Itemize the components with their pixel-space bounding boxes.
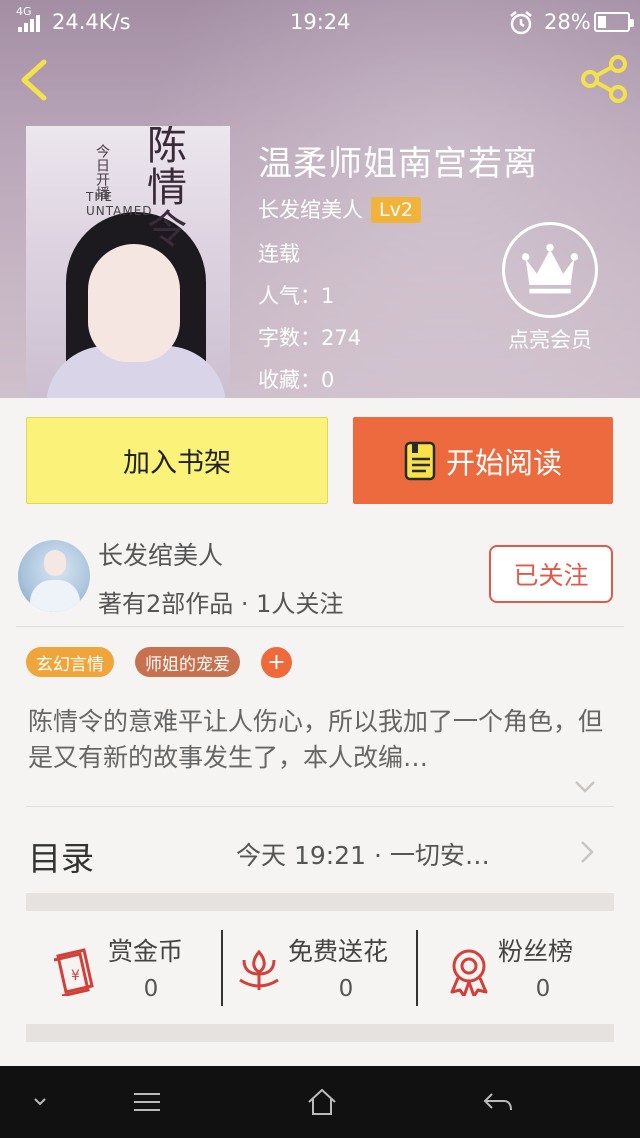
book-cover[interactable]: 陈情令 今日开播 THE UNTAMED	[26, 126, 230, 398]
divider	[221, 930, 223, 1006]
book-author[interactable]: 长发绾美人	[258, 198, 363, 222]
send-flower-button[interactable]: 免费送花 0	[234, 928, 414, 1008]
chevron-right-icon[interactable]	[580, 840, 594, 864]
tag-keyword[interactable]: 师姐的宠爱	[135, 647, 240, 677]
reward-coins-button[interactable]: ¥ 赏金币 0	[50, 928, 220, 1008]
home-icon[interactable]	[306, 1086, 338, 1118]
chevron-down-icon[interactable]	[574, 780, 596, 794]
directory-label[interactable]: 目录	[28, 832, 94, 880]
follow-button[interactable]: 已关注	[489, 545, 613, 603]
vip-label: 点亮会员	[508, 328, 592, 352]
chevron-down-icon[interactable]	[32, 1086, 48, 1118]
system-nav-bar	[0, 1066, 640, 1138]
add-tag-button[interactable]: +	[261, 647, 292, 678]
vip-button[interactable]: 点亮会员	[498, 222, 602, 354]
clock: 19:24	[290, 10, 351, 34]
menu-icon[interactable]	[132, 1086, 162, 1118]
book-title: 温柔师姐南宫若离	[258, 144, 538, 184]
book-popularity: 人气：1	[258, 284, 335, 308]
book-word-count: 字数：274	[258, 326, 362, 350]
status-bar: 4G 24.4K/s 19:24 28%	[0, 0, 640, 44]
follow-label: 已关注	[513, 561, 589, 590]
fan-ranking-button[interactable]: 粉丝榜 0	[444, 928, 614, 1008]
add-to-shelf-button[interactable]: 加入书架	[26, 417, 328, 504]
back-icon[interactable]	[14, 56, 54, 104]
tag-genre[interactable]: 玄幻言情	[26, 647, 114, 677]
send-flower-label: 免费送花	[288, 937, 389, 966]
divider	[416, 930, 418, 1006]
cover-title: 陈情令	[140, 126, 186, 250]
send-flower-count: 0	[338, 976, 354, 1002]
author-name[interactable]: 长发绾美人	[98, 536, 223, 572]
cover-figure-face	[88, 244, 180, 362]
reward-coins-label: 赏金币	[108, 937, 184, 966]
flower-icon	[239, 949, 279, 990]
book-author-line: 长发绾美人 Lv2	[258, 194, 421, 224]
svg-text:¥: ¥	[71, 968, 80, 984]
add-to-shelf-label: 加入书架	[123, 448, 231, 479]
reward-coins-count: 0	[143, 976, 159, 1002]
signal-icon	[18, 15, 40, 32]
start-reading-label: 开始阅读	[445, 445, 562, 480]
section-separator	[26, 1024, 614, 1042]
crown-icon	[521, 243, 579, 294]
fan-ranking-label: 粉丝榜	[498, 937, 574, 966]
vip-badge	[502, 222, 598, 318]
cover-subtitle: THE UNTAMED	[86, 190, 153, 218]
divider	[26, 806, 614, 807]
network-speed: 24.4K/s	[52, 10, 131, 34]
book-icon	[404, 441, 436, 480]
alarm-icon	[510, 11, 532, 35]
section-separator	[26, 893, 614, 911]
share-icon[interactable]	[580, 54, 630, 104]
back-arrow-icon[interactable]	[482, 1086, 514, 1118]
coin-envelope-icon: ¥	[53, 948, 94, 996]
book-favorites: 收藏：0	[258, 368, 335, 392]
latest-chapter[interactable]: 今天 19:21 · 一切安…	[236, 836, 490, 872]
level-badge: Lv2	[371, 197, 421, 223]
author-stats: 著有2部作品 · 1人关注	[98, 590, 344, 618]
author-avatar[interactable]	[18, 540, 90, 612]
start-reading-button[interactable]: 开始阅读	[353, 417, 613, 504]
divider	[16, 626, 624, 627]
battery-icon	[594, 12, 634, 32]
battery-percent: 28%	[544, 10, 591, 34]
fan-ranking-count: 0	[535, 976, 551, 1002]
book-description: 陈情令的意难平让人伤心，所以我加了一个角色，但是又有新的故事发生了，本人改编…	[28, 707, 604, 772]
book-status: 连载	[258, 242, 300, 266]
medal-icon	[450, 949, 488, 996]
